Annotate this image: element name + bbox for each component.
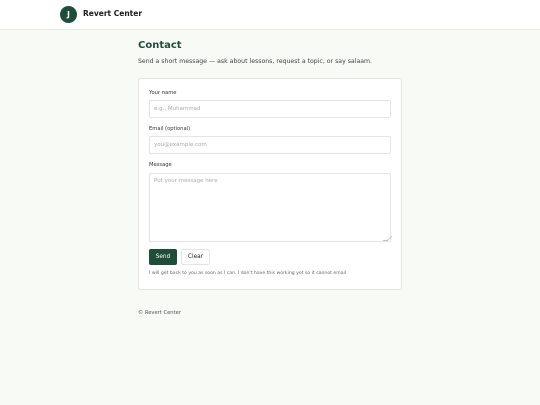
logo-badge[interactable]: J: [60, 6, 77, 23]
clear-button[interactable]: Clear: [181, 249, 210, 265]
footer-copyright: © Revert Center: [138, 310, 181, 316]
page-subtitle: Send a short message — ask about lessons…: [138, 58, 373, 65]
message-label: Message: [149, 162, 172, 168]
send-button[interactable]: Send: [149, 249, 177, 265]
name-label: Your name: [149, 90, 177, 96]
message-textarea[interactable]: [149, 173, 391, 242]
email-input[interactable]: [149, 136, 391, 154]
email-label: Email (optional): [149, 126, 191, 132]
contact-form-card: Your name Email (optional) Message Send …: [138, 78, 402, 290]
page-title: Contact: [138, 40, 182, 51]
name-input[interactable]: [149, 100, 391, 118]
form-note: I will get back to you as soon as I can.…: [149, 271, 347, 276]
brand-name[interactable]: Revert Center: [83, 9, 142, 18]
top-navbar: J Revert Center: [0, 0, 540, 30]
